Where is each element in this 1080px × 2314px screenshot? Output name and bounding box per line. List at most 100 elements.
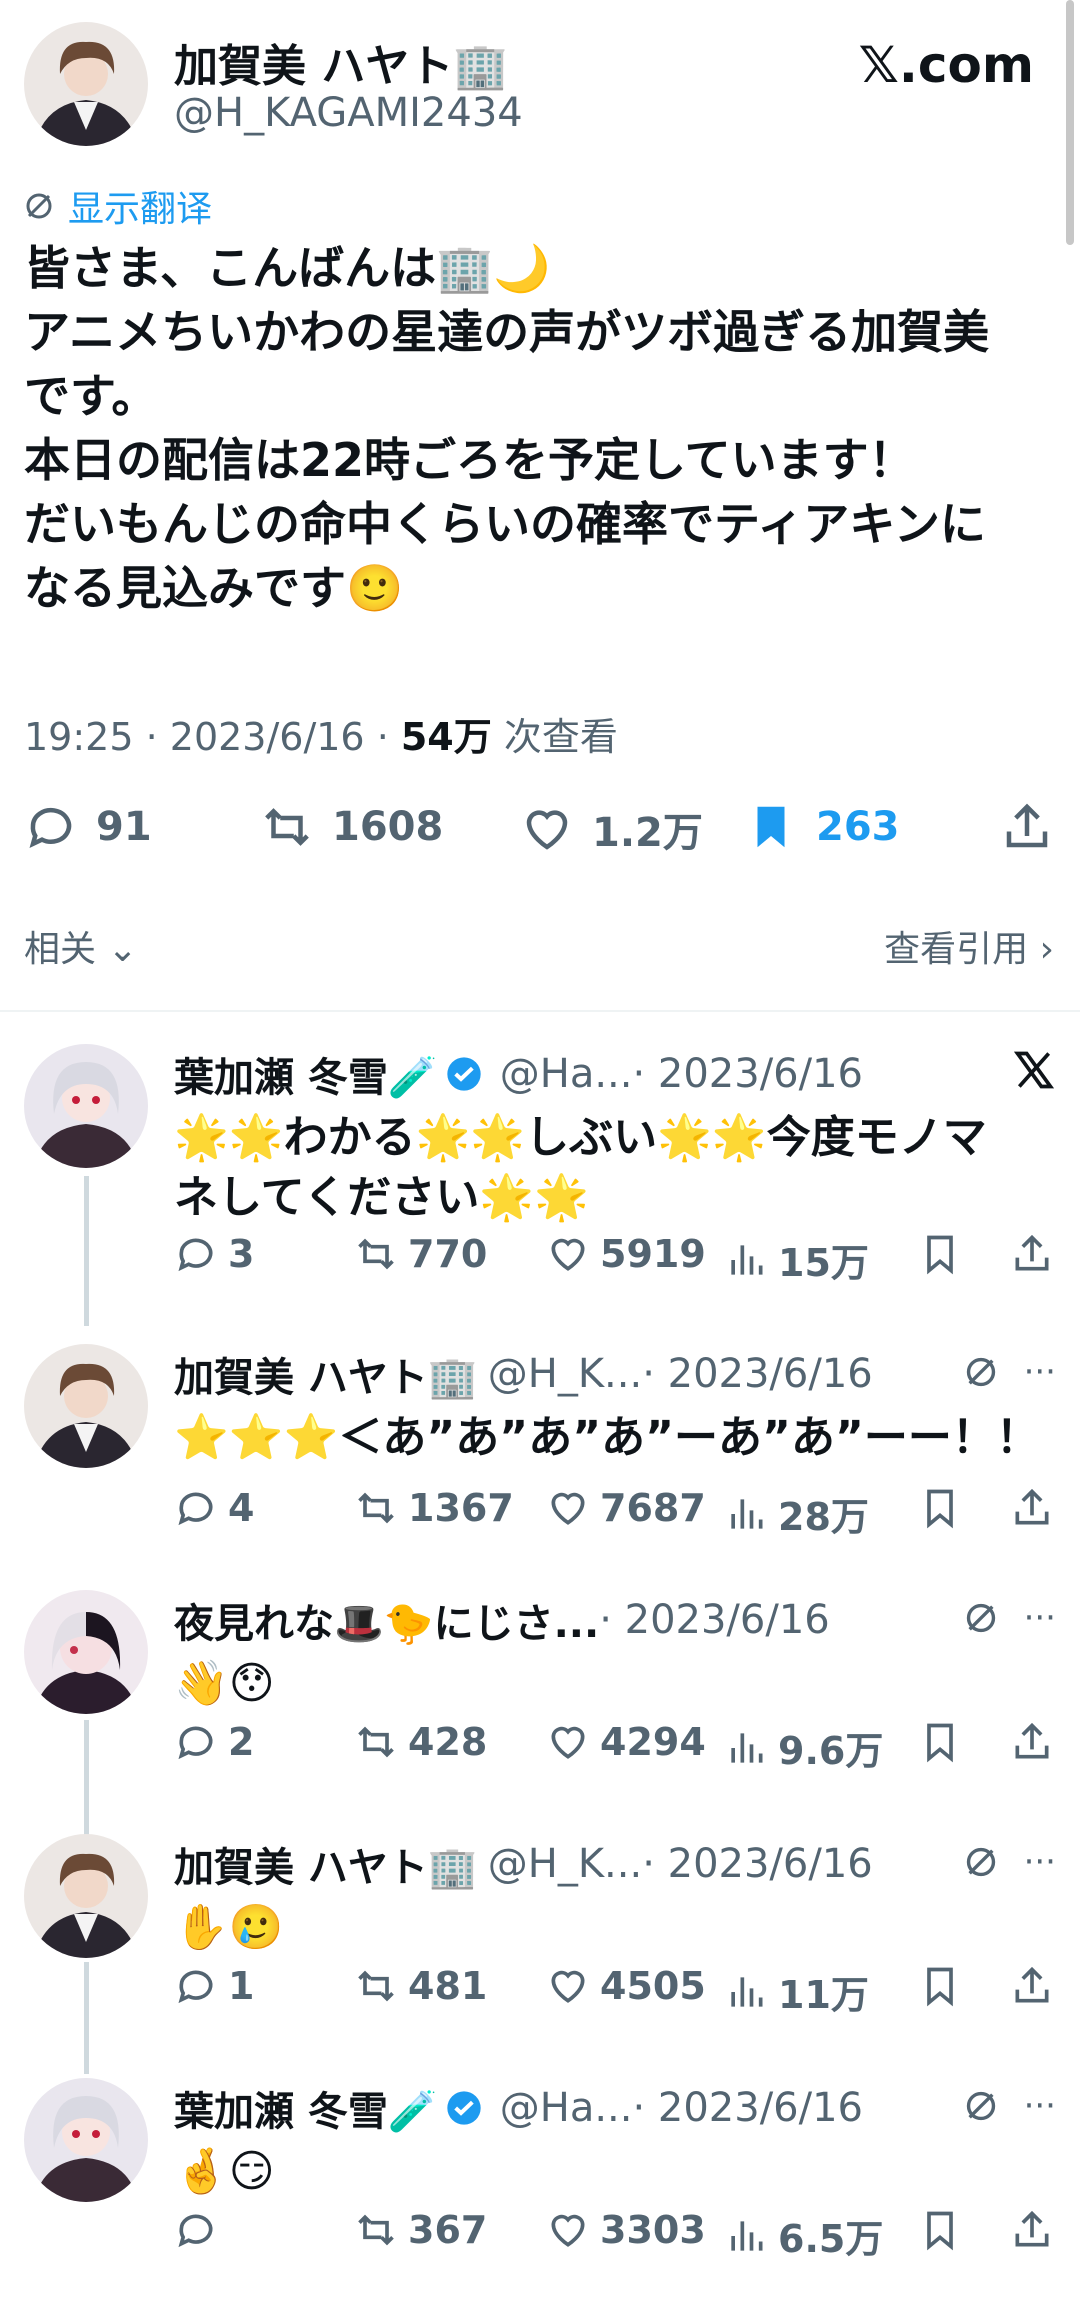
reply-text-line: ⭐⭐⭐＜あ”あ”あ”あ”ーあ”あ”ーー！！ [174,1412,1040,1463]
x-com-logo[interactable]: 𝕏.com [859,36,1034,94]
like-button[interactable]: 5919 [546,1232,706,1276]
tweet-date[interactable]: 2023/6/16 [170,715,365,759]
share-icon [1015,2210,1049,2247]
display-name[interactable]: 夜見れな🎩🐤にじさ... [174,1591,599,1649]
reply-text-line: 🤞😏 [174,2146,275,2197]
reply-tweet[interactable]: 葉加瀬 冬雪🧪 @Ha... · 2023/6/16 🌟🌟わかる🌟🌟しぶい🌟🌟今… [0,1044,1080,1285]
views-button[interactable]: 28万 [724,1486,869,1541]
bookmark-button[interactable] [918,1486,962,1530]
avatar[interactable] [24,1044,148,1168]
translate-icon[interactable] [964,1355,998,1389]
more-options-icon[interactable]: ··· [1024,1598,1056,1638]
like-button[interactable]: 3303 [546,2208,706,2252]
view-quotes-link[interactable]: 查看引用 › [884,920,1054,972]
translate-icon[interactable] [964,2089,998,2123]
related-dropdown[interactable]: 相关 ⌄ [24,920,138,972]
more-options-icon[interactable]: ··· [1024,1352,1056,1392]
retweet-button[interactable]: 367 [354,2208,487,2252]
reply-count: 4 [228,1486,255,1530]
avatar[interactable] [24,1590,148,1714]
views-button[interactable]: 11万 [724,1964,869,2019]
tweet-date[interactable]: · 2023/6/16 [642,1841,873,1887]
views-button[interactable]: 9.6万 [724,1720,883,1775]
bookmark-button[interactable] [918,1232,962,1276]
reply-icon [178,2214,213,2248]
avatar[interactable] [24,1834,148,1958]
like-count: 4294 [600,1720,706,1764]
tweet-date[interactable]: · 2023/6/16 [599,1597,830,1643]
chevron-right-icon: › [1039,929,1054,970]
like-button[interactable]: 1.2万 [520,800,703,858]
reply-button[interactable]: 3 [174,1232,254,1276]
reply-text: ⭐⭐⭐＜あ”あ”あ”あ”ーあ”あ”ーー！！ [174,1408,1054,1468]
reply-button[interactable]: 4 [174,1486,254,1530]
share-button[interactable] [1010,1232,1054,1276]
views-button[interactable]: 15万 [724,1232,869,1287]
tweet-date[interactable]: · 2023/6/16 [642,1351,873,1397]
share-button[interactable] [1010,2208,1054,2252]
reply-action-bar: 3 770 5919 15万 [174,1232,1054,1292]
tweet-time[interactable]: 19:25 [24,715,134,759]
bookmark-icon [927,1489,953,1529]
reply-tweet[interactable]: 葉加瀬 冬雪🧪 @Ha... · 2023/6/16 ··· 🤞😏 367 33… [0,2078,1080,2268]
user-handle[interactable]: @H_KAGAMI2434 [174,90,523,136]
bookmark-button[interactable] [918,1720,962,1764]
retweet-button[interactable]: 1367 [354,1486,514,1530]
tweet-date[interactable]: · 2023/6/16 [632,1051,863,1097]
share-button[interactable] [1000,800,1054,854]
retweet-icon [358,2214,394,2246]
display-name[interactable]: 加賀美 ハヤト🏢 [174,30,508,94]
translate-icon[interactable] [964,1845,998,1879]
retweet-button[interactable]: 770 [354,1232,487,1276]
reply-button[interactable]: 2 [174,1720,254,1764]
like-button[interactable]: 4294 [546,1720,706,1764]
like-button[interactable]: 7687 [546,1486,706,1530]
bookmark-icon [927,2211,953,2251]
scrollbar[interactable] [1066,0,1074,245]
translate-label[interactable]: 显示翻译 [68,180,212,232]
bookmark-button[interactable]: 263 [744,800,900,854]
avatar[interactable] [24,2078,148,2202]
share-button[interactable] [1010,1720,1054,1764]
bookmark-button[interactable] [918,2208,962,2252]
display-name[interactable]: 加賀美 ハヤト🏢 [174,1835,478,1893]
reply-button[interactable]: 1 [174,1964,254,2008]
tweet-date[interactable]: · 2023/6/16 [632,2085,863,2131]
reply-text: ✋🥲 [174,1898,1054,1958]
views-bar-icon [731,1498,763,1529]
user-handle[interactable]: @Ha... [500,1051,633,1097]
bookmark-button[interactable] [918,1964,962,2008]
share-button[interactable] [1010,1486,1054,1530]
reply-button[interactable]: 91 [24,800,152,854]
reply-tweet[interactable]: 夜見れな🎩🐤にじさ... · 2023/6/16 ··· 👋😯 2 428 42… [0,1590,1080,1780]
avatar[interactable] [24,22,148,146]
display-name[interactable]: 葉加瀬 冬雪🧪 [174,2079,438,2137]
tweet-text-line: アニメちいかわの星達の声がツボ過ぎる加賀美 [24,305,990,359]
user-handle[interactable]: @Ha... [500,2085,633,2131]
like-button[interactable]: 4505 [546,1964,706,2008]
display-name[interactable]: 加賀美 ハヤト🏢 [174,1345,478,1403]
display-name[interactable]: 葉加瀬 冬雪🧪 [174,1045,438,1103]
more-options-icon[interactable]: ··· [1024,1842,1056,1882]
reply-tweet[interactable]: 加賀美 ハヤト🏢 @H_K... · 2023/6/16 ··· ✋🥲 1 48… [0,1834,1080,2024]
tweet-text: 皆さま、こんばんは🏢🌙 アニメちいかわの星達の声がツボ過ぎる加賀美 です。 本日… [24,236,1054,620]
reply-tweet[interactable]: 加賀美 ハヤト🏢 @H_K... · 2023/6/16 ··· ⭐⭐⭐＜あ”あ… [0,1344,1080,1539]
retweet-button[interactable]: 1608 [260,800,443,854]
translate-icon[interactable] [964,1601,998,1635]
retweet-button[interactable]: 481 [354,1964,487,2008]
x-logo-icon[interactable] [1012,1048,1056,1092]
views-button[interactable]: 6.5万 [724,2208,883,2263]
retweet-icon [358,1238,394,1270]
share-icon [1015,1722,1049,1759]
more-options-icon[interactable]: ··· [1024,2086,1056,2126]
retweet-button[interactable]: 428 [354,1720,487,1764]
reply-button[interactable] [174,2208,228,2252]
share-button[interactable] [1010,1964,1054,2008]
avatar[interactable] [24,1344,148,1468]
user-handle[interactable]: @H_K... [488,1351,642,1397]
bookmark-icon [927,1723,953,1763]
tweet-text-line: です。 [24,369,158,423]
translate-link[interactable]: 显示翻译 [24,180,212,232]
user-handle[interactable]: @H_K... [488,1841,642,1887]
reply-icon [178,1726,213,1760]
